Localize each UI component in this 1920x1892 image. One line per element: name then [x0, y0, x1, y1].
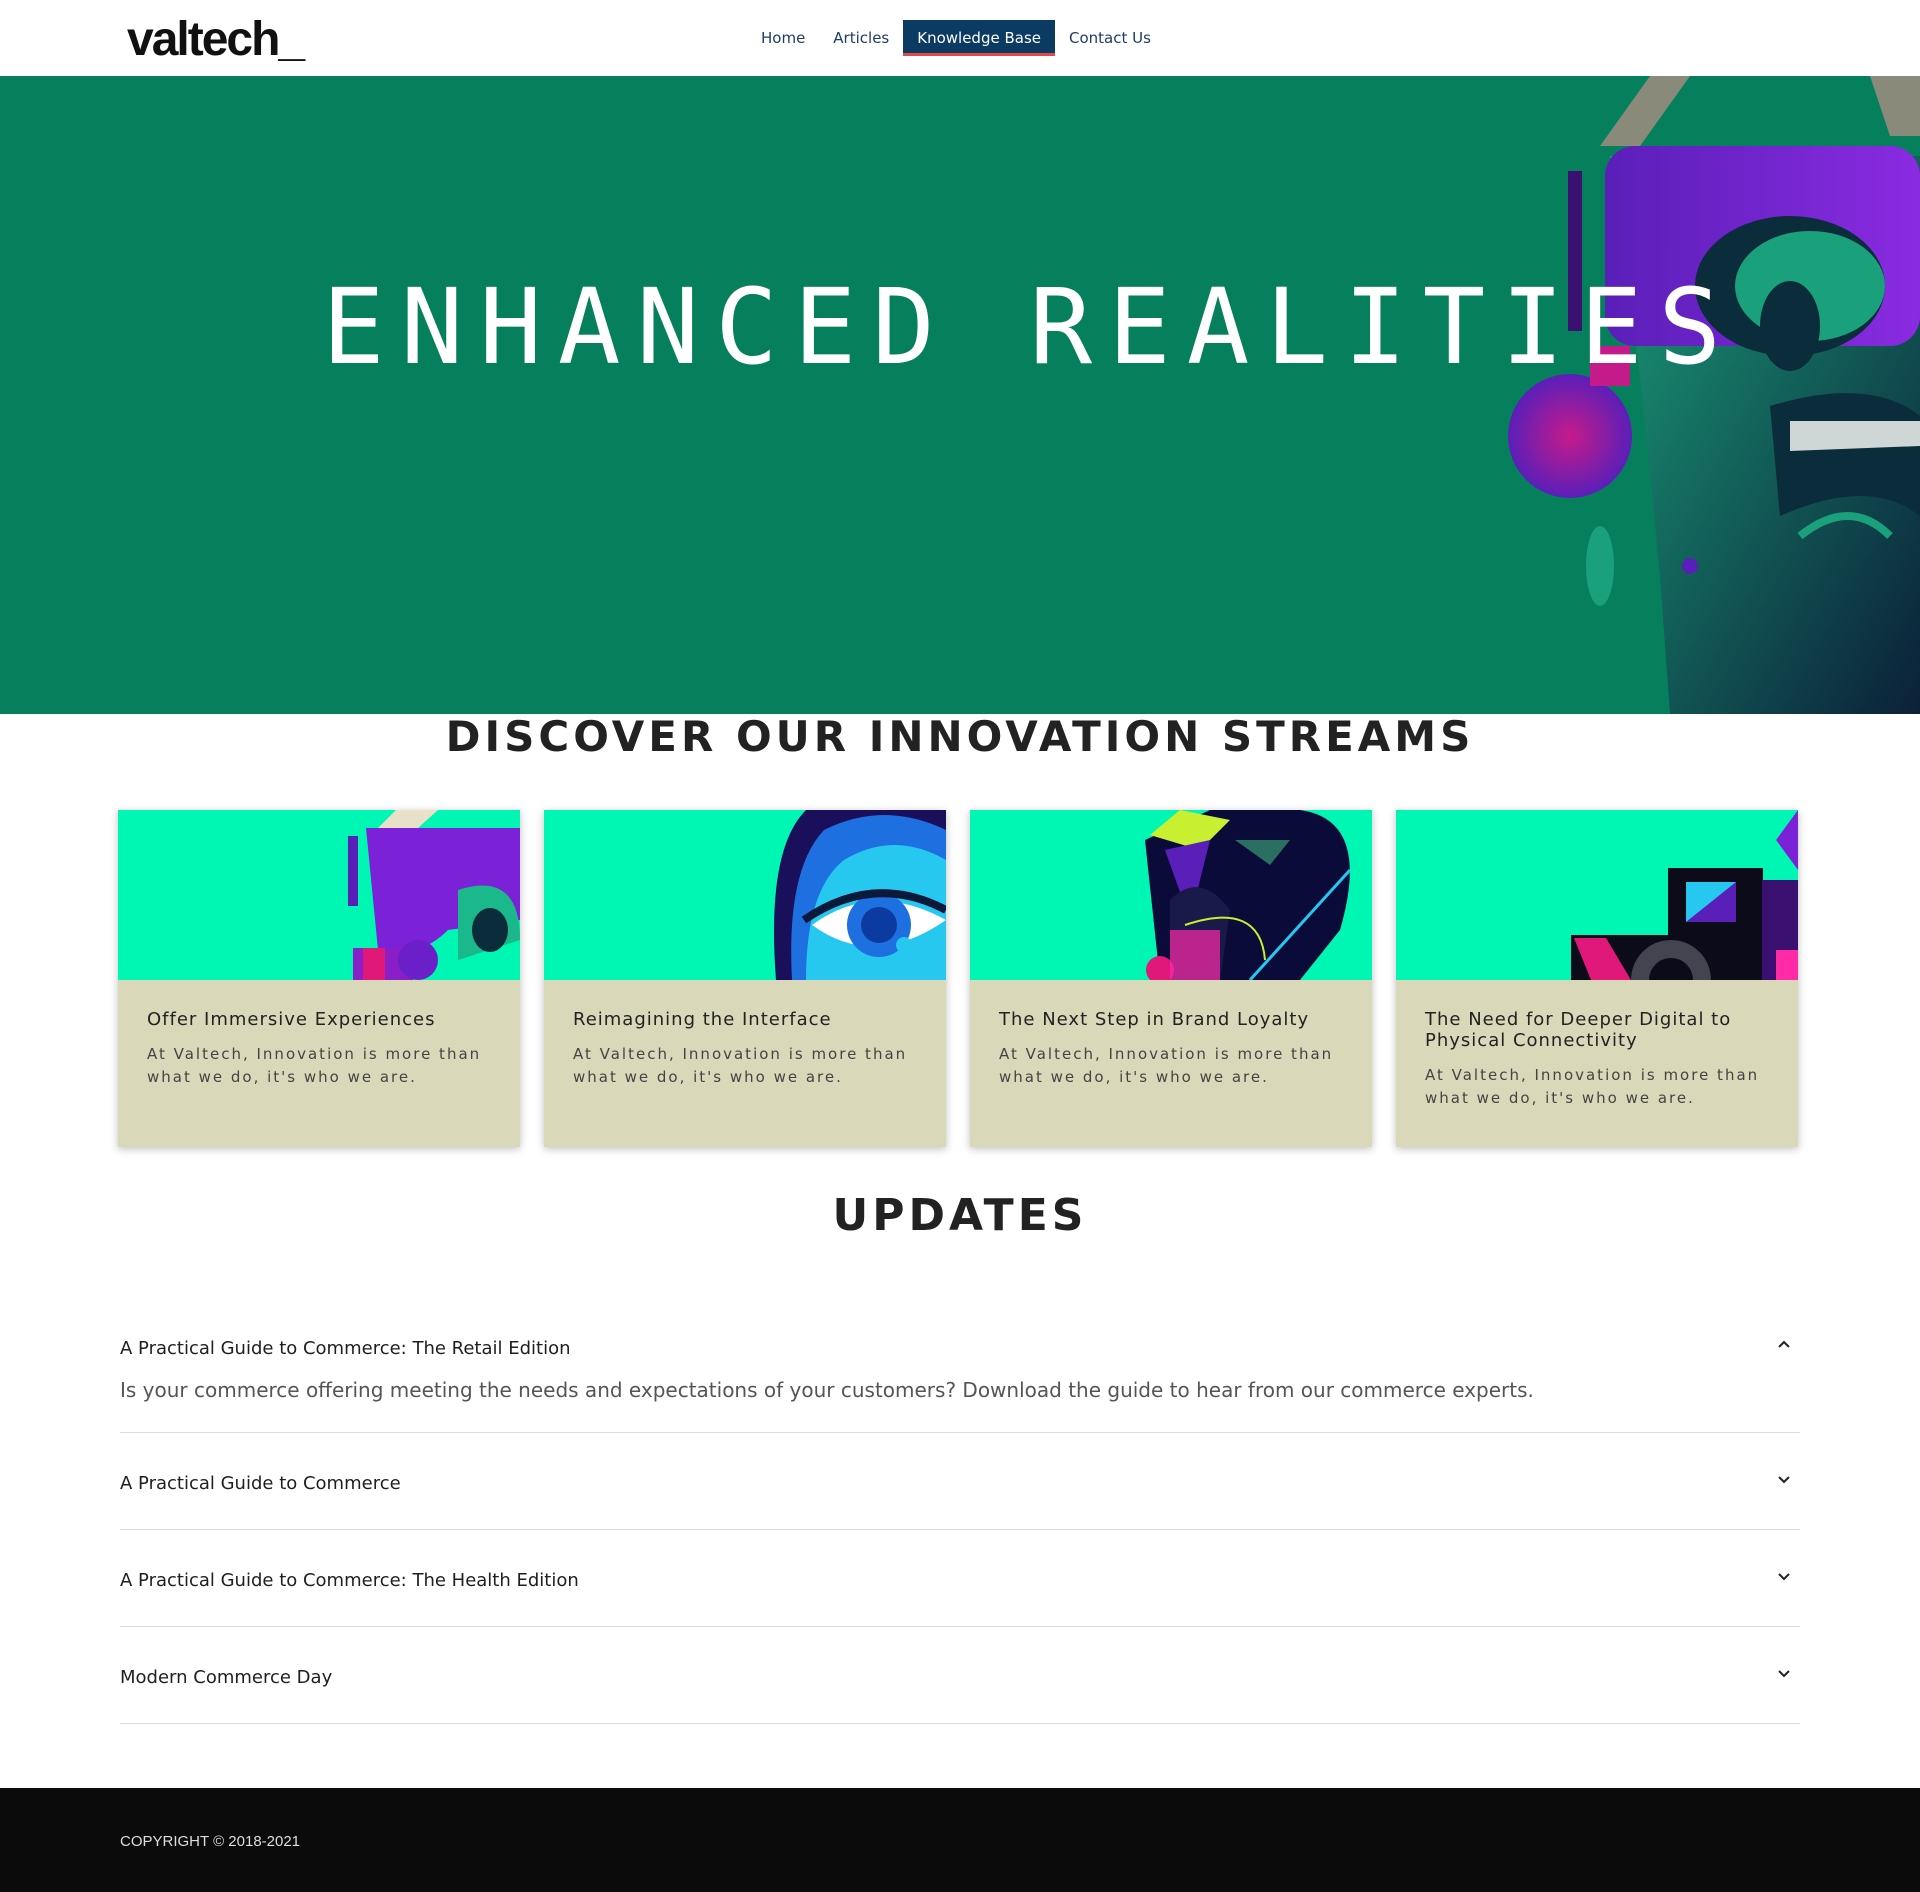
accordion-title: A Practical Guide to Commerce: The Healt… [120, 1570, 579, 1591]
card-brand-loyalty[interactable]: The Next Step in Brand Loyalty At Valtec… [970, 810, 1372, 1147]
nav-articles[interactable]: Articles [819, 20, 903, 56]
chevron-down-icon[interactable] [1774, 1566, 1794, 1586]
accordion-item-practical-guide: A Practical Guide to Commerce [120, 1433, 1800, 1530]
accordion-header[interactable]: A Practical Guide to Commerce: The Healt… [120, 1550, 1800, 1610]
card-text: At Valtech, Innovation is more than what… [573, 1045, 908, 1086]
accordion-body: Is your commerce offering meeting the ne… [120, 1378, 1534, 1402]
accordion-header[interactable]: Modern Commerce Day [120, 1647, 1800, 1707]
card-reimagining-interface[interactable]: Reimagining the Interface At Valtech, In… [544, 810, 946, 1147]
hero-title: ENHANCED REALITIES [322, 266, 1738, 388]
hero-robot-illustration [1508, 76, 1920, 714]
card-image-geometric-shapes [1396, 810, 1798, 980]
card-text: At Valtech, Innovation is more than what… [999, 1045, 1334, 1086]
accordion-title: A Practical Guide to Commerce: The Retai… [120, 1338, 571, 1359]
site-footer: COPYRIGHT © 2018-2021 [0, 1788, 1920, 1892]
card-text: At Valtech, Innovation is more than what… [147, 1045, 482, 1086]
accordion-item-retail-edition: A Practical Guide to Commerce: The Retai… [120, 1318, 1800, 1433]
nav-contact-us[interactable]: Contact Us [1055, 20, 1165, 56]
updates-accordion: A Practical Guide to Commerce: The Retai… [120, 1318, 1800, 1724]
main-nav: Home Articles Knowledge Base Contact Us [747, 20, 1165, 56]
card-image-eye [544, 810, 946, 980]
site-header: valtech_ Home Articles Knowledge Base Co… [0, 0, 1920, 76]
nav-knowledge-base[interactable]: Knowledge Base [903, 20, 1055, 56]
chevron-up-icon[interactable] [1774, 1334, 1794, 1354]
card-title: The Next Step in Brand Loyalty [999, 1009, 1310, 1030]
card-digital-physical[interactable]: The Need for Deeper Digital to Physical … [1396, 810, 1798, 1147]
accordion-header[interactable]: A Practical Guide to Commerce [120, 1453, 1800, 1513]
innovation-cards: Offer Immersive Experiences At Valtech, … [118, 810, 1803, 1147]
card-text: At Valtech, Innovation is more than what… [1425, 1066, 1760, 1107]
card-image-vr-headset [118, 810, 520, 980]
nav-home[interactable]: Home [747, 20, 819, 56]
updates-section-title: UPDATES [832, 1190, 1088, 1241]
card-title: Offer Immersive Experiences [147, 1009, 436, 1030]
discover-section-title: DISCOVER OUR INNOVATION STREAMS [445, 712, 1475, 761]
hero-banner: ENHANCED REALITIES [0, 76, 1920, 714]
accordion-title: A Practical Guide to Commerce [120, 1473, 401, 1494]
chevron-down-icon[interactable] [1774, 1469, 1794, 1489]
card-immersive-experiences[interactable]: Offer Immersive Experiences At Valtech, … [118, 810, 520, 1147]
card-title: The Need for Deeper Digital to Physical … [1425, 1009, 1732, 1051]
accordion-item-health-edition: A Practical Guide to Commerce: The Healt… [120, 1530, 1800, 1627]
accordion-header[interactable]: A Practical Guide to Commerce: The Retai… [120, 1318, 1800, 1378]
valtech-logo[interactable]: valtech_ [127, 12, 305, 67]
accordion-title: Modern Commerce Day [120, 1667, 333, 1688]
card-image-abstract-figure [970, 810, 1372, 980]
chevron-down-icon[interactable] [1774, 1663, 1794, 1683]
copyright-text: COPYRIGHT © 2018-2021 [120, 1833, 301, 1850]
card-title: Reimagining the Interface [573, 1009, 832, 1030]
accordion-item-modern-commerce-day: Modern Commerce Day [120, 1627, 1800, 1724]
